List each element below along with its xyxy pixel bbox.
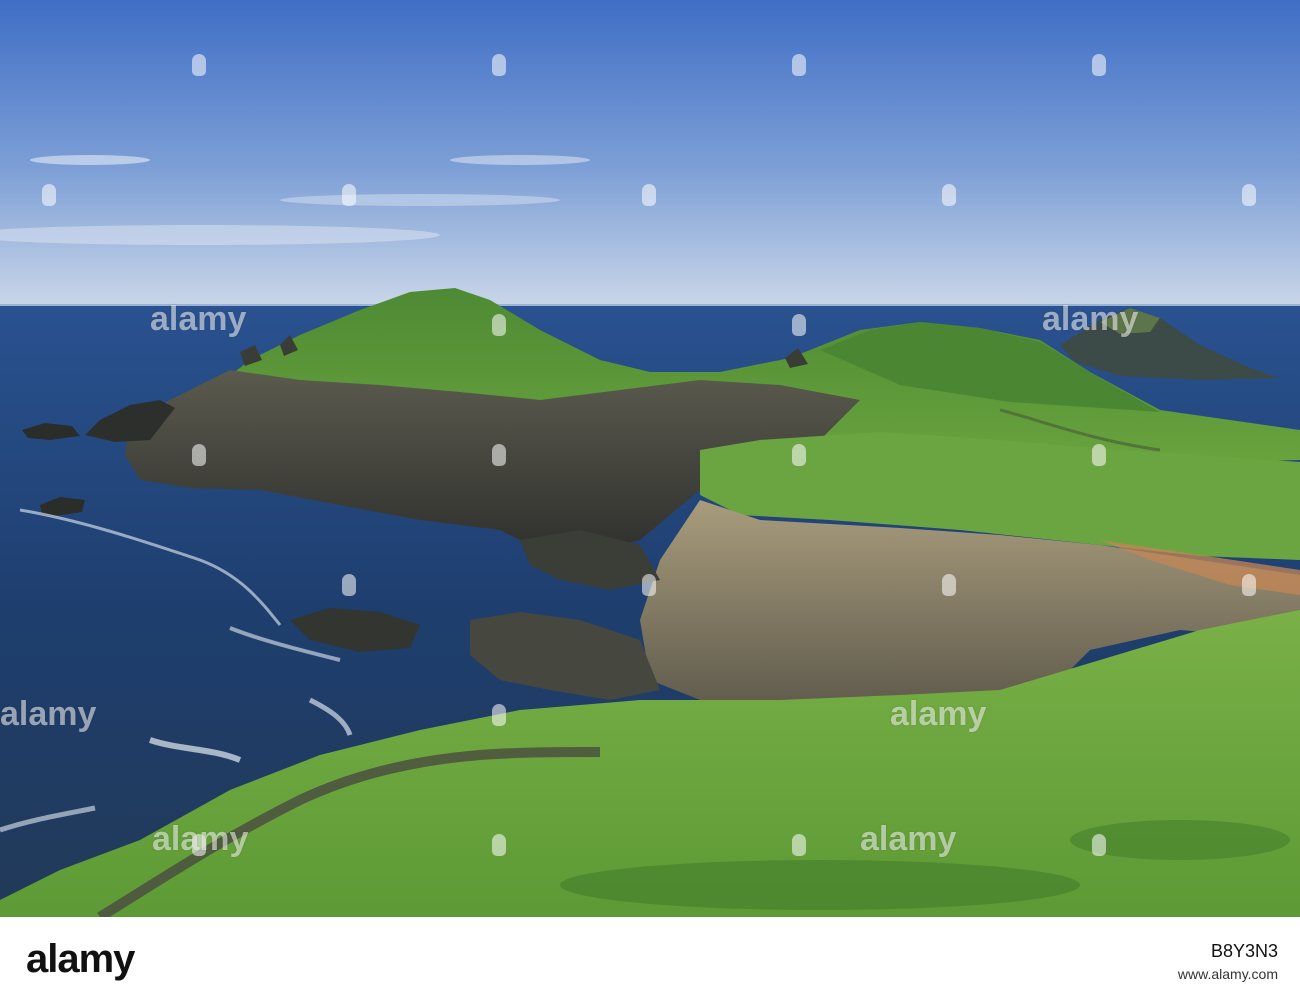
watermark-mark bbox=[792, 314, 806, 336]
watermark-mark bbox=[1092, 54, 1106, 76]
watermark-mark bbox=[192, 444, 206, 466]
watermark-mark bbox=[192, 54, 206, 76]
watermark-mark bbox=[942, 184, 956, 206]
watermark-mark bbox=[642, 184, 656, 206]
watermark-mark bbox=[192, 834, 206, 856]
image-id: B8Y3N3 bbox=[1210, 941, 1278, 961]
watermark-mark bbox=[1092, 444, 1106, 466]
watermark-mark bbox=[792, 54, 806, 76]
watermark-mark bbox=[492, 444, 506, 466]
cloud bbox=[30, 155, 150, 165]
watermark-mark bbox=[642, 574, 656, 596]
shadow bbox=[560, 860, 1080, 910]
watermark-mark bbox=[492, 54, 506, 76]
watermark-mark bbox=[1092, 834, 1106, 856]
watermark-mark bbox=[1242, 184, 1256, 206]
cloud bbox=[450, 155, 590, 165]
site-url: www.alamy.com bbox=[1177, 966, 1278, 982]
watermark-mark bbox=[1242, 574, 1256, 596]
watermark-mark bbox=[492, 834, 506, 856]
watermark-mark bbox=[42, 184, 56, 206]
landscape-photo: alamy alamy alamy alamy alamy alamy bbox=[0, 0, 1300, 917]
cloud bbox=[280, 194, 560, 206]
watermark-mark bbox=[792, 834, 806, 856]
watermark-mark bbox=[492, 704, 506, 726]
footer-bar: alamy bbox=[0, 917, 1300, 1005]
sky bbox=[0, 0, 1300, 306]
watermark-mark bbox=[342, 184, 356, 206]
watermark-mark bbox=[942, 574, 956, 596]
alamy-logo: alamy bbox=[26, 937, 135, 981]
watermark-mark bbox=[492, 314, 506, 336]
watermark-mark bbox=[792, 444, 806, 466]
watermark-mark bbox=[342, 574, 356, 596]
